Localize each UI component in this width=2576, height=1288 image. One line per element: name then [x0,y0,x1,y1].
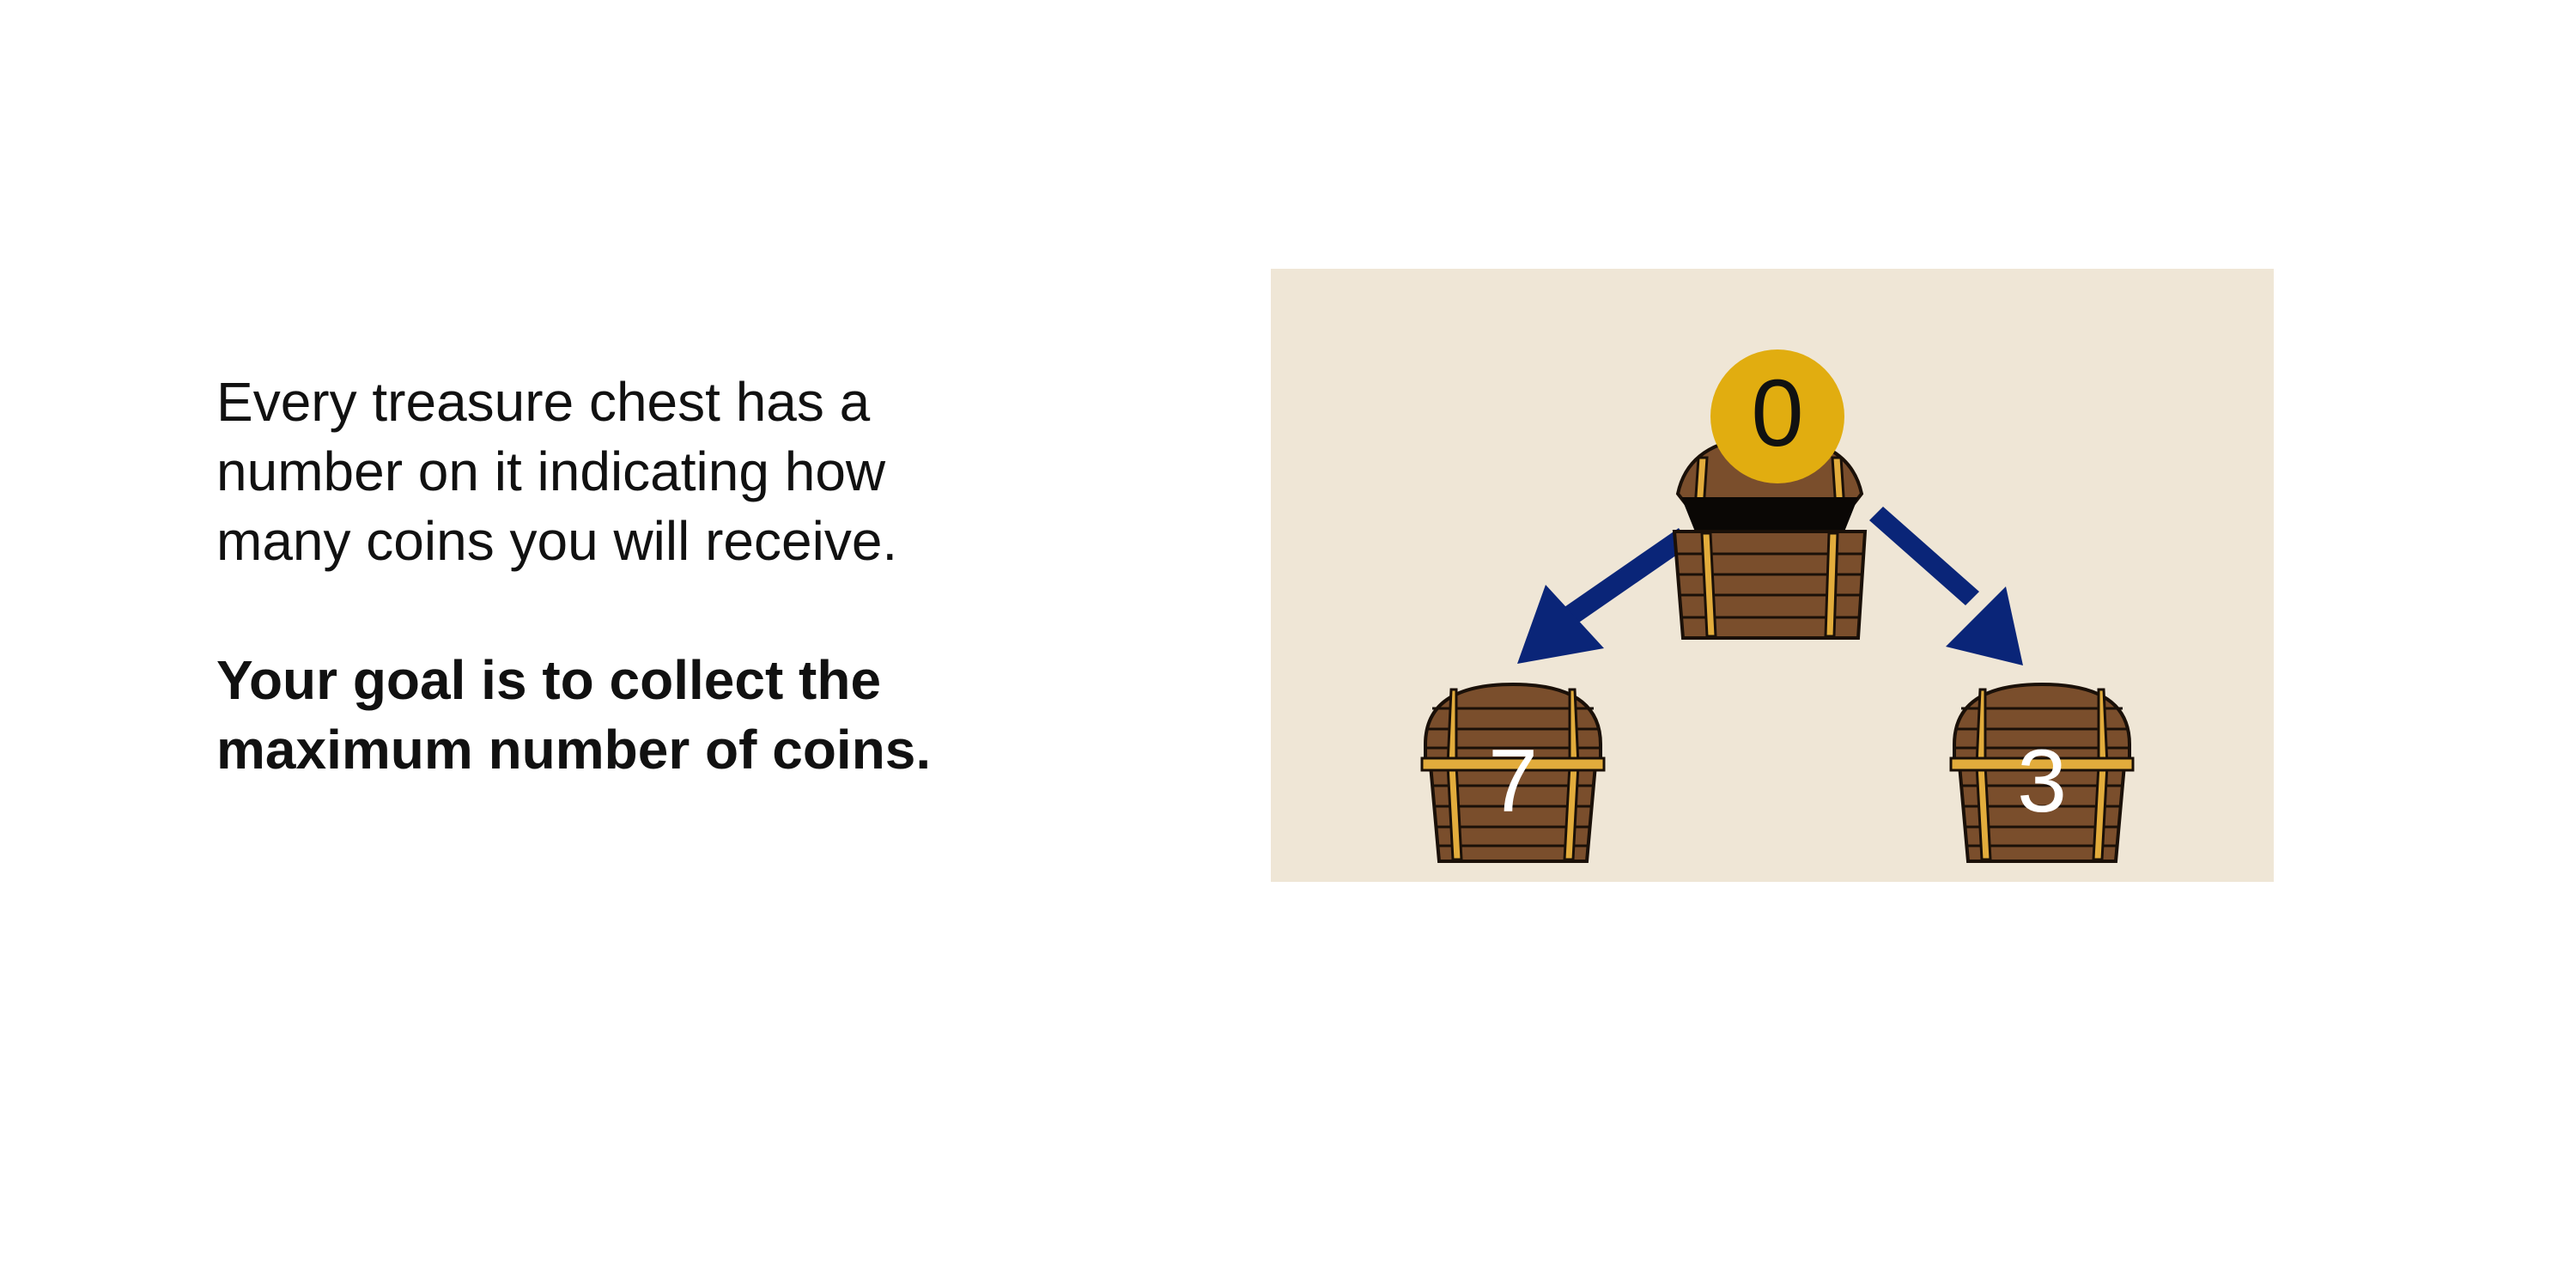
chest-left-value[interactable]: 7 [1453,737,1573,826]
instruction-line-3: many coins you will receive. [216,510,898,572]
instruction-text: Every treasure chest has a number on it … [216,368,1041,576]
instruction-line-1: Every treasure chest has a [216,371,871,433]
game-board: 0 7 3 [1271,269,2274,882]
goal-line-2: maximum number of coins. [216,719,932,781]
arrow-right-icon [1869,507,2023,665]
goal-line-1: Your goal is to collect the [216,649,882,711]
chest-right-value[interactable]: 3 [1982,737,2102,826]
arrow-left-icon [1517,528,1691,664]
goal-text: Your goal is to collect the maximum numb… [216,646,1041,785]
instructions-panel: Every treasure chest has a number on it … [216,368,1041,785]
instruction-line-2: number on it indicating how [216,440,886,502]
chest-start-value: 0 [1751,361,1804,466]
